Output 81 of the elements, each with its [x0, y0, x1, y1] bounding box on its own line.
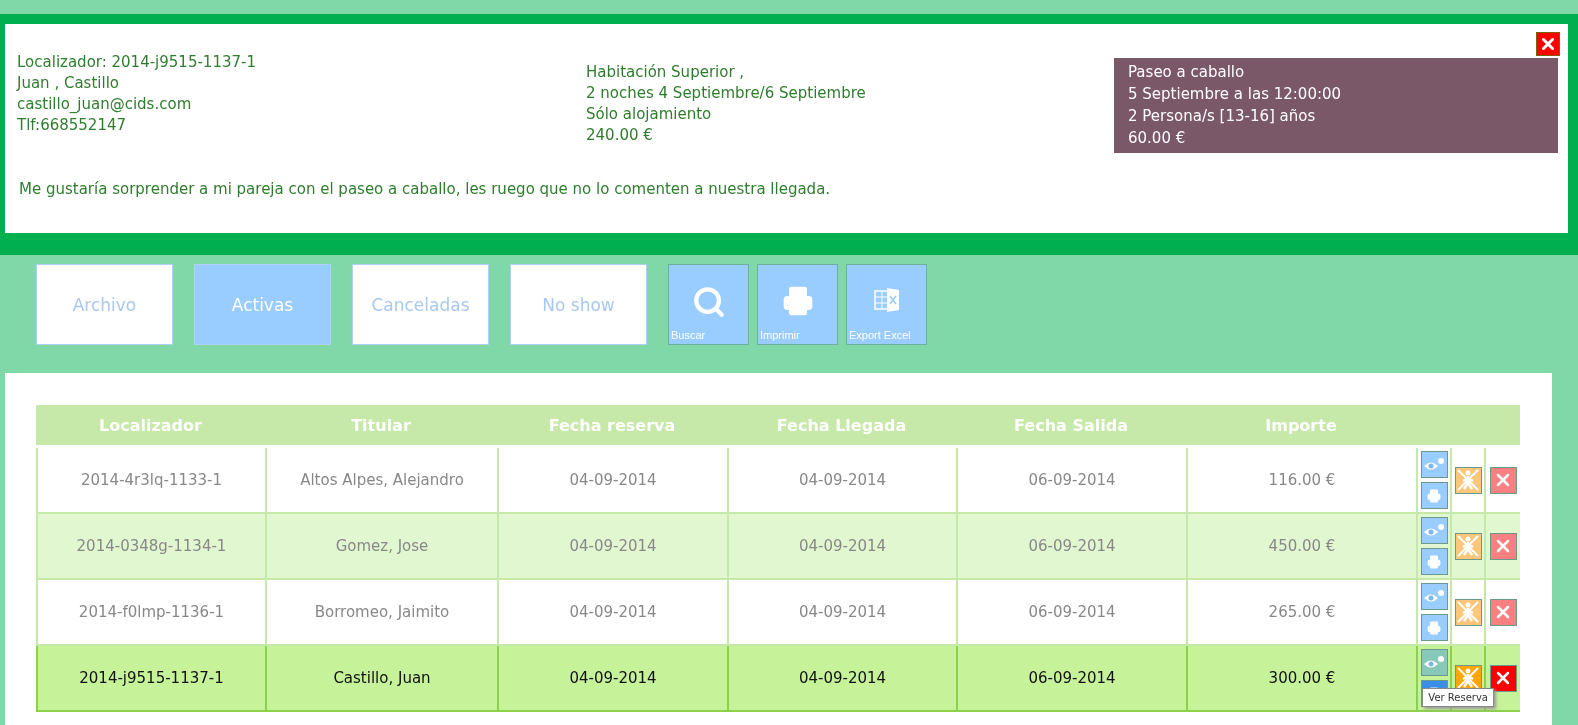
print-button[interactable] [1420, 614, 1448, 641]
delete-button[interactable] [1489, 598, 1517, 626]
no-show-button[interactable] [1454, 598, 1482, 626]
crossed-hiker-icon [1457, 667, 1479, 689]
table-row[interactable]: 2014-4r3lq-1133-1 Altos Alpes, Alejandro 04-09-2014 04-09-2014 06-09-2014 116.00 € [36, 448, 1520, 514]
view-button[interactable] [1420, 649, 1448, 676]
table-cell: 04-09-2014 [497, 514, 727, 578]
table-cell: 04-09-2014 [727, 448, 956, 512]
print-button[interactable] [1420, 482, 1448, 509]
guest-detail-text: Juan , Castillo [17, 73, 120, 94]
table-cell: 06-09-2014 [956, 448, 1186, 512]
guest-detail-text: castillo_juan@cids.com [17, 94, 193, 115]
table-cell: 06-09-2014 [956, 514, 1186, 578]
view-button[interactable] [1420, 517, 1448, 544]
column-header: Fecha Llegada [775, 414, 908, 437]
crossed-hiker-icon [1457, 535, 1479, 557]
comment-text: Me gustaría sorprender a mi pareja con el paseo a caballo, les ruego que no lo comenten a nuestra llegada. [18, 179, 832, 200]
table-cell: 04-09-2014 [497, 580, 727, 644]
table-cell: 2014-j9515-1137-1 [36, 646, 265, 710]
tooltip: Ver Reserva [1422, 688, 1494, 707]
table-cell: 300.00 € [1186, 646, 1416, 710]
delete-button[interactable] [1489, 466, 1517, 494]
table-cell: Gomez, Jose [265, 514, 497, 578]
room-detail-text: 240.00 € [586, 125, 654, 146]
table-row[interactable]: 2014-0348g-1134-1 Gomez, Jose 04-09-2014 04-09-2014 06-09-2014 450.00 € [36, 514, 1520, 580]
delete-button[interactable] [1489, 532, 1517, 560]
room-detail-text: Sólo alojamiento [586, 104, 713, 125]
printer-icon [1427, 620, 1441, 635]
room-detail-text: Habitación Superior , [586, 62, 746, 83]
filter-tab[interactable]: Canceladas [352, 264, 489, 345]
table-row[interactable]: 2014-j9515-1137-1 Castillo, Juan 04-09-2014 04-09-2014 06-09-2014 300.00 € Ver Reserva [36, 646, 1520, 712]
no-show-button[interactable] [1454, 532, 1482, 560]
table-cell: 2014-4r3lq-1133-1 [36, 448, 265, 512]
table-cell: 450.00 € [1186, 514, 1416, 578]
column-header: Fecha Salida [1013, 414, 1129, 437]
activity-detail-text: Paseo a caballo [1128, 62, 1246, 83]
room-detail-text: 2 noches 4 Septiembre/6 Septiembre [586, 83, 867, 104]
column-header: Importe [1264, 414, 1338, 437]
table-cell: 04-09-2014 [727, 514, 956, 578]
close-icon [1539, 35, 1557, 53]
crossed-hiker-icon [1457, 469, 1479, 491]
toolbar-button[interactable]: Buscar [668, 264, 749, 345]
activity-detail-text: 2 Persona/s [13-16] años [1128, 106, 1317, 127]
table-cell: 2014-0348g-1134-1 [36, 514, 265, 578]
table-cell: Altos Alpes, Alejandro [265, 448, 497, 512]
activity-detail-text: 5 Septiembre a las 12:00:00 [1128, 84, 1343, 105]
printer-icon [781, 285, 814, 317]
activity-detail-text: 60.00 € [1128, 128, 1187, 149]
print-button[interactable] [1420, 548, 1448, 575]
table-row[interactable]: 2014-f0lmp-1136-1 Borromeo, Jaimito 04-09-2014 04-09-2014 06-09-2014 265.00 € [36, 580, 1520, 646]
crossed-hiker-icon [1457, 601, 1479, 623]
table-cell: 2014-f0lmp-1136-1 [36, 580, 265, 644]
printer-icon [1427, 488, 1441, 503]
printer-icon [1427, 554, 1441, 569]
table-cell: Castillo, Juan [265, 646, 497, 710]
spreadsheet-icon [871, 285, 902, 315]
table-cell: 04-09-2014 [727, 646, 956, 710]
view-button[interactable] [1420, 583, 1448, 610]
table-cell: 06-09-2014 [956, 580, 1186, 644]
close-button[interactable] [1536, 32, 1560, 56]
filter-tab[interactable]: Archivo [36, 264, 173, 345]
no-show-button[interactable] [1454, 466, 1482, 494]
column-header: Titular [350, 414, 412, 437]
table-cell: 06-09-2014 [956, 646, 1186, 710]
filter-tab[interactable]: Activas [194, 264, 331, 345]
toolbar-button[interactable]: Imprimir [757, 264, 838, 345]
table-cell: 265.00 € [1186, 580, 1416, 644]
table-cell: 116.00 € [1186, 448, 1416, 512]
table-cell: 04-09-2014 [727, 580, 956, 644]
search-icon [691, 285, 726, 319]
filter-tab[interactable]: No show [510, 264, 647, 345]
guest-detail-text: Tlf:668552147 [17, 115, 128, 136]
column-header: Localizador [98, 414, 203, 437]
guest-detail-text: Localizador: 2014-j9515-1137-1 [17, 52, 257, 73]
column-header: Fecha reserva [547, 414, 677, 437]
toolbar-button[interactable]: Export Excel [846, 264, 927, 345]
table-cell: Borromeo, Jaimito [265, 580, 497, 644]
view-button[interactable] [1420, 451, 1448, 478]
table-cell: 04-09-2014 [497, 448, 727, 512]
table-cell: 04-09-2014 [497, 646, 727, 710]
delete-button[interactable] [1489, 664, 1517, 692]
